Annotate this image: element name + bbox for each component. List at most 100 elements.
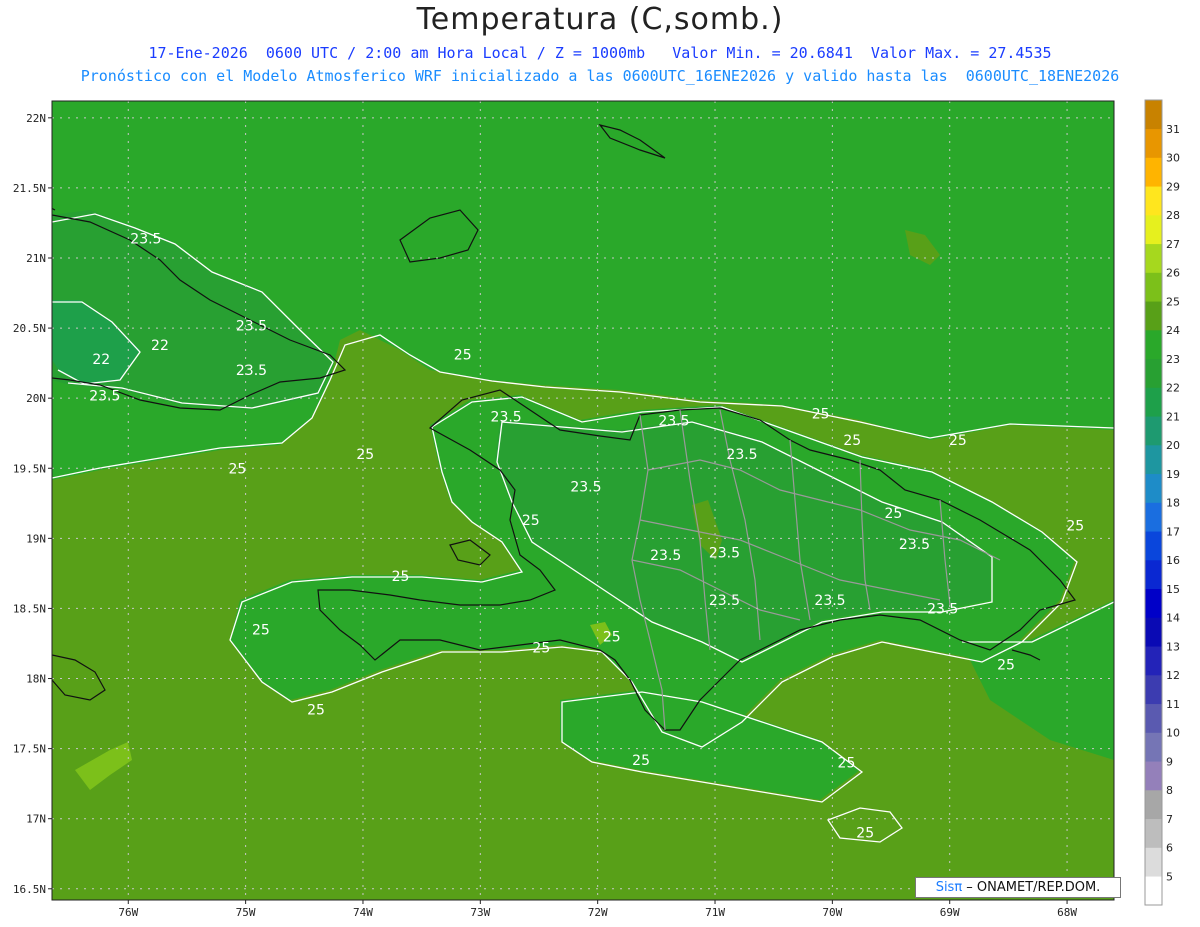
lat-tick-label: 20.5N bbox=[13, 322, 46, 335]
contour-label: 25 bbox=[856, 826, 874, 842]
colorbar-swatch bbox=[1145, 128, 1162, 158]
colorbar-swatch bbox=[1145, 646, 1162, 676]
colorbar-label: 28 bbox=[1166, 209, 1180, 222]
colorbar-swatch bbox=[1145, 416, 1162, 446]
contour-label: 23.5 bbox=[927, 601, 958, 617]
lat-tick-label: 17.5N bbox=[13, 743, 46, 756]
colorbar-label: 22 bbox=[1166, 382, 1180, 395]
lat-tick-label: 18N bbox=[26, 673, 46, 686]
lat-tick-label: 20N bbox=[26, 392, 46, 405]
contour-label: 25 bbox=[307, 702, 325, 718]
colorbar-swatch bbox=[1145, 215, 1162, 245]
colorbar-swatch bbox=[1145, 617, 1162, 647]
contour-label: 23.5 bbox=[899, 537, 930, 553]
colorbar-swatch bbox=[1145, 330, 1162, 360]
contour-label: 23.5 bbox=[130, 231, 161, 247]
colorbar-swatch bbox=[1145, 502, 1162, 532]
colorbar-swatch bbox=[1145, 560, 1162, 590]
contour-label: 25 bbox=[997, 658, 1015, 674]
credit-box: Sisπ – ONAMET/REP.DOM. bbox=[915, 877, 1121, 898]
lon-tick-label: 71W bbox=[705, 906, 725, 919]
contour-label: 25 bbox=[603, 629, 621, 645]
contour-label: 25 bbox=[532, 641, 550, 657]
contour-label: 23.5 bbox=[709, 545, 740, 561]
lon-tick-label: 68W bbox=[1057, 906, 1077, 919]
contour-label: 25 bbox=[522, 513, 540, 529]
colorbar: 5 6 7 8 9 10 11 12 13 14 15 16 17 18 19 20 21 22 23 24 25 26 2… bbox=[1144, 99, 1180, 906]
colorbar-swatch bbox=[1145, 790, 1162, 820]
contour-label: 25 bbox=[812, 407, 830, 423]
lat-tick-label: 21N bbox=[26, 252, 46, 265]
contour-label: 23.5 bbox=[236, 363, 267, 379]
colorbar-swatch bbox=[1145, 186, 1162, 216]
credit-brand: Sisπ bbox=[935, 880, 963, 895]
lat-tick-label: 21.5N bbox=[13, 182, 46, 195]
contour-label: 23.5 bbox=[814, 593, 845, 609]
colorbar-swatch bbox=[1145, 358, 1162, 388]
colorbar-label: 12 bbox=[1166, 669, 1180, 682]
colorbar-label: 11 bbox=[1166, 698, 1180, 711]
colorbar-label: 15 bbox=[1166, 583, 1180, 596]
lat-tick-label: 16.5N bbox=[13, 883, 46, 896]
colorbar-label: 13 bbox=[1166, 640, 1180, 653]
colorbar-label: 29 bbox=[1166, 180, 1180, 193]
lon-tick-label: 73W bbox=[470, 906, 490, 919]
lat-tick-label: 19.5N bbox=[13, 462, 46, 475]
lon-tick-label: 72W bbox=[588, 906, 608, 919]
contour-label: 25 bbox=[1066, 519, 1084, 535]
colorbar-swatch bbox=[1145, 876, 1162, 906]
contour-label: 25 bbox=[838, 756, 856, 772]
colorbar-label: 14 bbox=[1166, 612, 1180, 625]
colorbar-swatch bbox=[1145, 272, 1162, 302]
colorbar-label: 5 bbox=[1166, 870, 1173, 883]
colorbar-swatch bbox=[1145, 703, 1162, 733]
contour-label: 23.5 bbox=[658, 414, 689, 430]
contour-label: 23.5 bbox=[491, 409, 522, 425]
lon-tick-label: 76W bbox=[118, 906, 138, 919]
colorbar-swatch bbox=[1145, 387, 1162, 417]
colorbar-label: 24 bbox=[1166, 324, 1180, 337]
credit-text: – ONAMET/REP.DOM. bbox=[962, 880, 1101, 895]
colorbar-label: 7 bbox=[1166, 813, 1173, 826]
contour-label: 23.5 bbox=[726, 447, 757, 463]
colorbar-label: 6 bbox=[1166, 842, 1173, 855]
colorbar-label: 16 bbox=[1166, 554, 1180, 567]
colorbar-swatch bbox=[1145, 732, 1162, 762]
contour-label: 25 bbox=[632, 753, 650, 769]
colorbar-swatch bbox=[1145, 761, 1162, 791]
colorbar-swatch bbox=[1145, 243, 1162, 273]
lat-tick-label: 22N bbox=[26, 112, 46, 125]
contour-label: 25 bbox=[228, 461, 246, 477]
contour-label: 23.5 bbox=[570, 479, 601, 495]
colorbar-swatch bbox=[1145, 531, 1162, 561]
lon-tick-label: 74W bbox=[353, 906, 373, 919]
lon-tick-label: 69W bbox=[940, 906, 960, 919]
colorbar-label: 26 bbox=[1166, 267, 1180, 280]
contour-label: 22 bbox=[92, 352, 110, 368]
lon-tick-label: 70W bbox=[822, 906, 842, 919]
contour-label: 25 bbox=[949, 433, 967, 449]
colorbar-label: 25 bbox=[1166, 295, 1180, 308]
lon-tick-label: 75W bbox=[236, 906, 256, 919]
colorbar-label: 27 bbox=[1166, 238, 1180, 251]
contour-label: 23.5 bbox=[89, 388, 120, 404]
colorbar-label: 19 bbox=[1166, 468, 1180, 481]
colorbar-label: 18 bbox=[1166, 497, 1180, 510]
lat-tick-label: 18.5N bbox=[13, 602, 46, 615]
contour-label: 25 bbox=[884, 506, 902, 522]
colorbar-label: 23 bbox=[1166, 353, 1180, 366]
contour-label: 25 bbox=[843, 433, 861, 449]
colorbar-label: 30 bbox=[1166, 152, 1180, 165]
colorbar-swatch bbox=[1145, 445, 1162, 475]
contour-label: 22 bbox=[151, 338, 169, 354]
colorbar-label: 9 bbox=[1166, 755, 1173, 768]
colorbar-swatch bbox=[1145, 675, 1162, 705]
colorbar-swatch bbox=[1145, 301, 1162, 331]
contour-label: 25 bbox=[392, 569, 410, 585]
colorbar-label: 17 bbox=[1166, 525, 1180, 538]
temperature-map: 23.5 23.5 22 22 23.5 23.5 25 25 25 23.5 23.5 25 25 25… bbox=[13, 99, 1180, 919]
contour-label: 25 bbox=[454, 348, 472, 364]
colorbar-swatch bbox=[1145, 100, 1162, 130]
contour-label: 23.5 bbox=[236, 318, 267, 334]
colorbar-swatch bbox=[1145, 157, 1162, 187]
